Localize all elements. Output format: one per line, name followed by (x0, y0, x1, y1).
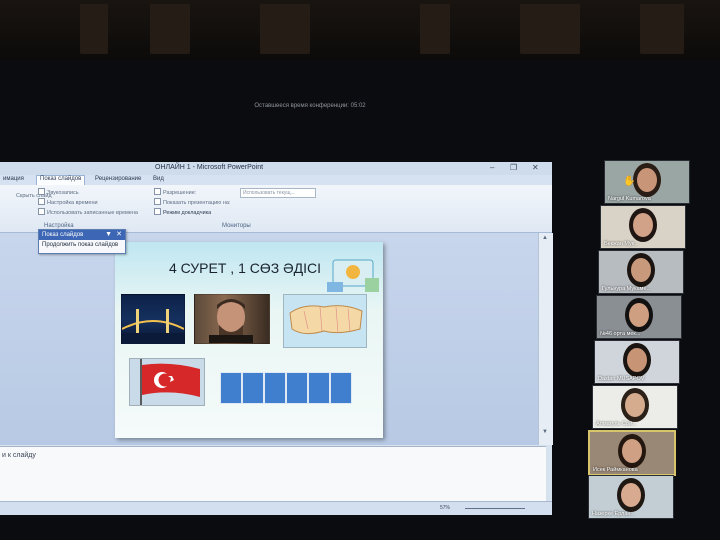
show-on-label: Показать презентацию на: (154, 198, 230, 206)
participant-face (625, 393, 645, 417)
participant-name: Исек Раймканова (593, 467, 638, 473)
participant-tile[interactable]: Гульнура Мукаме... (598, 250, 684, 294)
participant-tile[interactable]: №46 орта мек... (596, 295, 682, 339)
participant-name: Nargul Kumarova (608, 196, 651, 202)
continue-slideshow-item[interactable]: Продолжить показ слайдов (39, 240, 125, 250)
dropdown-title: Показ слайдов (42, 232, 84, 238)
participant-face (627, 348, 647, 372)
raised-hand-icon: ✋ (623, 176, 636, 187)
checkbox-icon (38, 198, 45, 205)
scroll-up-icon[interactable]: ▲ (542, 235, 548, 241)
book-shelf (80, 4, 108, 54)
ribbon: Скрыть слайд Звукозапись Настройка време… (0, 185, 552, 233)
close-icon[interactable]: ✕ (116, 230, 122, 240)
participant-name: Назерке Ерлан... (592, 511, 636, 517)
checkbox-icon (154, 188, 161, 195)
rehearse-timings-option[interactable]: Настройка времени (38, 198, 98, 206)
participant-face (637, 168, 657, 192)
answer-boxes (220, 372, 352, 404)
notes-pane[interactable]: и к слайду (0, 446, 546, 502)
participant-tile[interactable]: Dastan MUSAPOV (594, 340, 680, 384)
room-background (0, 0, 720, 60)
participant-face (629, 303, 649, 327)
ribbon-tabs: имация Показ слайдов Рецензирование Вид (0, 175, 552, 185)
book-shelf (640, 4, 684, 54)
participant-name: №46 орта мек... (600, 331, 641, 337)
participant-face (633, 213, 653, 237)
participant-tile[interactable]: Исек Раймканова (588, 430, 676, 476)
bridge-icon (121, 309, 185, 343)
answer-letter-box (242, 372, 264, 404)
meeting-timer: Оставшееся время конференции: 05:02 (254, 103, 366, 109)
resolution-label: Разрешение: (154, 188, 196, 196)
portrait-photo (194, 294, 270, 344)
slideshow-dropdown: Показ слайдов ▼ ✕ Продолжить показ слайд… (38, 229, 126, 254)
checkbox-icon (154, 208, 161, 215)
dropdown-arrow-icon[interactable]: ▼ (105, 230, 112, 240)
participant-tile[interactable]: ✋ Nargul Kumarova (604, 160, 690, 204)
use-timings-option[interactable]: Использовать записанные времена (38, 208, 138, 216)
book-shelf (520, 4, 580, 54)
monitors-group-label: Мониторы (222, 223, 251, 229)
checkbox-icon (154, 198, 161, 205)
resolution-select[interactable]: Использовать текущ... (240, 188, 316, 198)
slide-canvas: 4 СУРЕТ , 1 СӨЗ ӘДІСІ (115, 242, 383, 438)
book-shelf (150, 4, 190, 54)
close-button[interactable]: ✕ (532, 163, 539, 172)
dropdown-header: Показ слайдов ▼ ✕ (39, 230, 125, 240)
participant-name: Гульнура Мукаме... (602, 286, 652, 292)
minimize-button[interactable]: – (490, 163, 494, 172)
zoom-level[interactable]: 57% (440, 505, 450, 511)
participant-video-strip: ✋ Nargul Kumarova Бекжан Мук... Гульнура Му… (588, 160, 690, 522)
participant-name: Dastan MUSAPOV (598, 376, 645, 382)
city-photo (121, 294, 185, 344)
turkey-map-photo (283, 294, 367, 348)
flag-icon (140, 359, 200, 405)
answer-letter-box (308, 372, 330, 404)
notes-placeholder: и к слайду (2, 452, 36, 459)
book-shelf (260, 4, 310, 54)
answer-letter-box (286, 372, 308, 404)
tab-animation[interactable]: имация (0, 176, 27, 182)
man-portrait-icon (209, 299, 253, 343)
computer-illustration-icon (327, 259, 379, 292)
participant-tile[interactable]: Алмагуль Сой... (592, 385, 678, 429)
participant-face (631, 258, 651, 282)
record-narration-option[interactable]: Звукозапись (38, 188, 79, 196)
presenter-view-option[interactable]: Режим докладчика (154, 208, 211, 216)
powerpoint-window: ОНЛАЙН 1 - Microsoft PowerPoint – ❐ ✕ им… (0, 162, 553, 515)
participant-tile[interactable]: Бекжан Мук... (600, 205, 686, 249)
answer-letter-box (330, 372, 352, 404)
status-bar: 57% (0, 501, 552, 515)
participant-tile[interactable]: Назерке Ерлан... (588, 475, 674, 519)
title-bar: ОНЛАЙН 1 - Microsoft PowerPoint – ❐ ✕ (0, 162, 552, 175)
map-icon (289, 305, 363, 335)
scroll-down-icon[interactable]: ▼ (542, 429, 548, 435)
participant-face (622, 439, 642, 463)
tab-view[interactable]: Вид (150, 176, 167, 182)
participant-name: Бекжан Мук... (604, 241, 639, 247)
checkbox-icon (38, 208, 45, 215)
checkbox-icon (38, 188, 45, 195)
book-shelf (420, 4, 450, 54)
answer-letter-box (220, 372, 242, 404)
window-title: ОНЛАЙН 1 - Microsoft PowerPoint (155, 164, 264, 171)
participant-name: Алмагуль Сой... (596, 421, 637, 427)
zoom-slider[interactable] (465, 508, 525, 509)
maximize-button[interactable]: ❐ (510, 163, 517, 172)
slide-title: 4 СУРЕТ , 1 СӨЗ ӘДІСІ (168, 260, 322, 276)
answer-letter-box (264, 372, 286, 404)
turkey-flag-photo (129, 358, 205, 406)
vertical-scrollbar[interactable]: ▲ ▼ (538, 233, 553, 445)
tab-slideshow[interactable]: Показ слайдов (36, 175, 86, 185)
participant-face (621, 483, 641, 507)
tab-review[interactable]: Рецензирование (92, 176, 144, 182)
